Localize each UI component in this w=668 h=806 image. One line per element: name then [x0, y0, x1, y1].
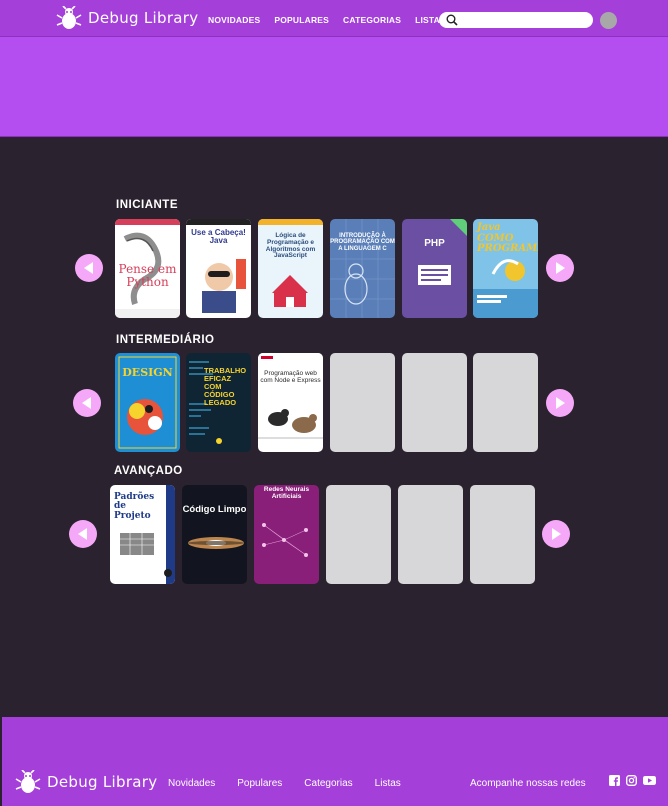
carousel-prev-intermediario[interactable]	[73, 389, 101, 417]
book-title: Pense em Python	[118, 262, 177, 289]
book-title: Lógica de Programação e Algoritmos com J…	[265, 232, 316, 260]
book-introducao-c[interactable]: INTRODUÇÃO À PROGRAMAÇÃO COM A LINGUAGEM…	[330, 219, 395, 318]
user-avatar[interactable]	[600, 12, 617, 29]
arrow-left-icon	[84, 262, 93, 274]
arrow-right-icon	[552, 528, 561, 540]
arrow-left-icon	[82, 397, 91, 409]
book-title: TRABALHO EFICAZ COM CÓDIGO LEGADO	[204, 366, 247, 407]
book-placeholder[interactable]	[398, 485, 463, 584]
book-cover-codigo-limpo	[182, 485, 247, 584]
book-logica-javascript[interactable]: Lógica de Programação e Algoritmos com J…	[258, 219, 323, 318]
search-icon	[446, 14, 458, 26]
facebook-icon[interactable]	[609, 775, 620, 786]
carousel-prev-iniciante[interactable]	[75, 254, 103, 282]
book-title: Programação web com Node e Express	[260, 370, 321, 384]
footer-nav-populares[interactable]: Populares	[237, 778, 282, 789]
arrow-right-icon	[556, 397, 565, 409]
section-title-avancado: AVANÇADO	[114, 465, 183, 477]
book-placeholder[interactable]	[330, 353, 395, 452]
book-cover-node-express	[258, 353, 323, 452]
book-domain-driven-design[interactable]: DESIGN	[115, 353, 180, 452]
bug-mascot-icon	[56, 6, 82, 29]
bug-mascot-icon	[15, 770, 41, 793]
book-title: Java COMO PROGRAMAR	[477, 222, 538, 254]
book-placeholder[interactable]	[402, 353, 467, 452]
footer-nav: Novidades Populares Categorias Listas	[168, 778, 423, 789]
arrow-left-icon	[78, 528, 87, 540]
page-footer: Debug Library Novidades Populares Catego…	[2, 717, 668, 806]
book-title: Use a Cabeça! Java	[191, 228, 246, 246]
book-cover-php	[402, 219, 467, 318]
book-title: Código Limpo	[182, 504, 247, 515]
footer-brand-logo[interactable]: Debug Library	[15, 770, 157, 794]
footer-nav-listas[interactable]: Listas	[375, 778, 401, 789]
book-title: PHP	[424, 238, 445, 249]
book-title: DESIGN	[122, 366, 173, 379]
instagram-icon[interactable]	[626, 775, 637, 786]
carousel-next-iniciante[interactable]	[546, 254, 574, 282]
book-title: Redes Neurais Artificiais	[263, 486, 310, 500]
carousel-prev-avancado[interactable]	[69, 520, 97, 548]
section-title-iniciante: INICIANTE	[116, 199, 178, 211]
nav-novidades[interactable]: NOVIDADES	[208, 15, 260, 25]
book-php[interactable]: PHP	[402, 219, 467, 318]
book-pense-em-python[interactable]: Pense em Python	[115, 219, 180, 318]
brand-name: Debug Library	[88, 9, 199, 27]
hero-banner	[0, 36, 668, 137]
youtube-icon[interactable]	[643, 775, 656, 786]
footer-nav-novidades[interactable]: Novidades	[168, 778, 215, 789]
book-title: INTRODUÇÃO À PROGRAMAÇÃO COM A LINGUAGEM…	[330, 233, 395, 252]
brand-logo[interactable]: Debug Library	[56, 6, 198, 30]
book-padroes-de-projeto[interactable]: Padrões de Projeto	[110, 485, 175, 584]
carousel-next-intermediario[interactable]	[546, 389, 574, 417]
top-header: Debug Library NOVIDADES POPULARES CATEGO…	[0, 0, 668, 36]
book-codigo-limpo[interactable]: Código Limpo	[182, 485, 247, 584]
main-nav: NOVIDADES POPULARES CATEGORIAS LISTAS	[208, 15, 460, 25]
book-placeholder[interactable]	[326, 485, 391, 584]
section-title-intermediario: INTERMEDIÁRIO	[116, 334, 215, 346]
book-title: Padrões de Projeto	[114, 492, 155, 521]
nav-categorias[interactable]: CATEGORIAS	[343, 15, 401, 25]
carousel-next-avancado[interactable]	[542, 520, 570, 548]
social-links	[609, 775, 656, 786]
book-redes-neurais[interactable]: Redes Neurais Artificiais	[254, 485, 319, 584]
book-java-como-programar[interactable]: Java COMO PROGRAMAR	[473, 219, 538, 318]
footer-nav-categorias[interactable]: Categorias	[304, 778, 352, 789]
book-placeholder[interactable]	[473, 353, 538, 452]
search-box[interactable]	[439, 12, 593, 28]
book-placeholder[interactable]	[470, 485, 535, 584]
arrow-right-icon	[556, 262, 565, 274]
book-use-a-cabeca-java[interactable]: Use a Cabeça! Java	[186, 219, 251, 318]
social-label: Acompanhe nossas redes	[470, 778, 586, 789]
search-input[interactable]	[463, 12, 587, 28]
book-node-express[interactable]: Programação web com Node e Express	[258, 353, 323, 452]
book-codigo-legado[interactable]: TRABALHO EFICAZ COM CÓDIGO LEGADO	[186, 353, 251, 452]
footer-brand-name: Debug Library	[47, 773, 158, 791]
nav-populares[interactable]: POPULARES	[274, 15, 329, 25]
